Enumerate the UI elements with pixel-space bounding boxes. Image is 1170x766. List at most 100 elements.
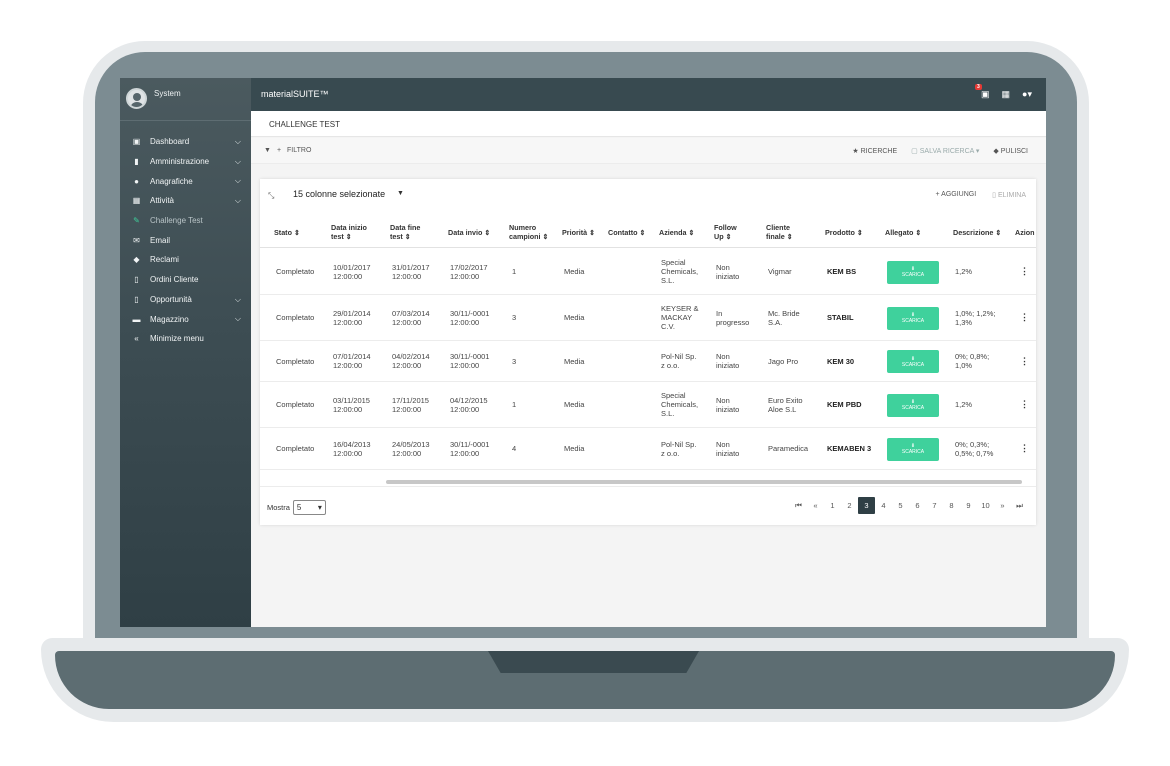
cell-text: 12:00:00 bbox=[392, 271, 422, 281]
cell-text: S.L. bbox=[661, 409, 675, 418]
column-header[interactable]: Data invio ⇕ bbox=[448, 216, 490, 248]
cell-invio: 04/12/2015 12:00:00 bbox=[450, 382, 488, 427]
user-menu-icon[interactable]: ●▾ bbox=[1022, 89, 1032, 100]
cell-text: 0,5%; 0,7% bbox=[955, 448, 994, 458]
page-size-control: Mostra 5 ▾ bbox=[267, 500, 326, 515]
caret-down-icon[interactable]: ▼ bbox=[397, 190, 404, 197]
sidebar-item[interactable]: ▣ Dashboard ⌵ bbox=[120, 132, 251, 152]
sidebar-item[interactable]: ● Anagrafiche ⌵ bbox=[120, 171, 251, 191]
ricerche-button[interactable]: ★ RICERCHE bbox=[852, 147, 897, 155]
sidebar-item-label: Dashboard bbox=[150, 137, 190, 147]
row-actions-icon[interactable]: ⋮ bbox=[1020, 312, 1029, 323]
table-row[interactable]: Completato 03/11/2015 12:00:00 17/11/2015 12… bbox=[260, 382, 1036, 428]
table-footer: Mostra 5 ▾ ⏮ «1 2 3 4 5 6 7 8 9 10» ⏭ bbox=[260, 486, 1036, 525]
cell-text: Media bbox=[564, 313, 585, 322]
page-button[interactable]: 9 bbox=[960, 497, 977, 514]
pagination: ⏮ «1 2 3 4 5 6 7 8 9 10» ⏭ bbox=[790, 497, 1028, 514]
cell-text: iniziato bbox=[716, 271, 740, 281]
salva-ricerca-button[interactable]: ▢ SALVA RICERCA ▾ bbox=[911, 147, 979, 155]
columns-select[interactable]: 15 colonne selezionate bbox=[293, 189, 385, 199]
notifications-icon[interactable]: ▣ 3 bbox=[975, 84, 990, 100]
next-page-icon[interactable]: » bbox=[994, 497, 1011, 514]
cell-text: Non bbox=[716, 352, 730, 361]
chevron-down-icon: ⌵ bbox=[234, 314, 241, 324]
double-chevron-left-icon: « bbox=[134, 334, 139, 344]
cell-prodotto: KEMABEN 3 bbox=[827, 428, 871, 469]
column-header[interactable]: Prodotto ⇕ bbox=[825, 216, 863, 248]
sidebar-item[interactable]: ✎ Challenge Test bbox=[120, 211, 251, 231]
row-actions-icon[interactable]: ⋮ bbox=[1020, 399, 1029, 410]
page-button[interactable]: 1 bbox=[824, 497, 841, 514]
sidebar-item[interactable]: « Minimize menu bbox=[120, 329, 251, 349]
column-header[interactable]: Allegato ⇕ bbox=[885, 216, 921, 248]
add-button[interactable]: + AGGIUNGI bbox=[936, 191, 977, 199]
column-header[interactable]: Numero campioni ⇕ bbox=[509, 216, 549, 248]
delete-button[interactable]: ▯ ELIMINA bbox=[992, 191, 1026, 199]
page-button[interactable]: 6 bbox=[909, 497, 926, 514]
page-button[interactable]: 2 bbox=[841, 497, 858, 514]
row-actions-icon[interactable]: ⋮ bbox=[1020, 443, 1029, 454]
plus-icon: + bbox=[276, 147, 282, 154]
calendar-icon[interactable]: ▦ bbox=[1002, 89, 1011, 100]
page-button[interactable]: 4 bbox=[875, 497, 892, 514]
prev-page-icon[interactable]: « bbox=[807, 497, 824, 514]
row-actions-icon[interactable]: ⋮ bbox=[1020, 356, 1029, 367]
column-header[interactable]: Azienda ⇕ bbox=[659, 216, 695, 248]
page-button[interactable]: 5 bbox=[892, 497, 909, 514]
row-actions-icon[interactable]: ⋮ bbox=[1020, 266, 1029, 277]
column-header[interactable]: Data inizio test ⇕ bbox=[331, 216, 367, 248]
column-header[interactable]: Data fine test ⇕ bbox=[390, 216, 420, 248]
last-page-icon[interactable]: ⏭ bbox=[1011, 497, 1028, 514]
sidebar-item[interactable]: ▯ Opportunità ⌵ bbox=[120, 290, 251, 310]
column-header[interactable]: Follow Up ⇕ bbox=[714, 216, 737, 248]
download-button[interactable]: ⬇ SCARICA bbox=[887, 306, 939, 330]
cell-text: KEYSER & bbox=[661, 304, 699, 313]
horizontal-scrollbar[interactable] bbox=[386, 480, 1022, 484]
first-page-icon[interactable]: ⏮ bbox=[790, 497, 807, 514]
download-button[interactable]: ⬇ SCARICA bbox=[887, 350, 939, 373]
sidebar-item[interactable]: ▦ Attività ⌵ bbox=[120, 191, 251, 211]
column-header[interactable]: Stato ⇕ bbox=[274, 216, 300, 248]
table-row[interactable]: Completato 07/01/2014 12:00:00 04/02/2014 12… bbox=[260, 341, 1036, 382]
sidebar-item[interactable]: ✉ Email bbox=[120, 230, 251, 250]
table-row[interactable]: Completato 29/01/2014 12:00:00 07/03/2014 12… bbox=[260, 295, 1036, 341]
sidebar-item[interactable]: ▮ Amministrazione ⌵ bbox=[120, 152, 251, 172]
page-button[interactable]: 10 bbox=[977, 497, 994, 514]
filter-button[interactable]: ▼ + FILTRO bbox=[264, 147, 311, 154]
cell-text: 1,0%; 1,2%; bbox=[955, 308, 996, 318]
avatar[interactable] bbox=[126, 88, 147, 109]
cell-text: Completato bbox=[276, 356, 315, 366]
column-header[interactable]: Azion bbox=[1015, 216, 1035, 248]
cell-text: 1 bbox=[512, 267, 517, 276]
sidebar-item-label: Minimize menu bbox=[150, 334, 204, 344]
column-header[interactable]: Descrizione ⇕ bbox=[953, 216, 1001, 248]
download-button[interactable]: ⬇ SCARICA bbox=[887, 437, 939, 461]
table-actions: + AGGIUNGI ▯ ELIMINA bbox=[936, 191, 1027, 199]
chevron-down-icon: ⌵ bbox=[234, 137, 241, 146]
sidebar-item[interactable]: ▯ Ordini Cliente bbox=[120, 270, 251, 290]
sidebar-item[interactable]: ▬ Magazzino ⌵ bbox=[120, 309, 251, 329]
column-header[interactable]: Cliente finale ⇕ bbox=[766, 216, 793, 248]
file-icon: ▯ bbox=[134, 294, 139, 304]
table-row[interactable]: Completato 16/04/2013 12:00:00 24/05/2013 12… bbox=[260, 428, 1036, 470]
cell-priorita: Media bbox=[564, 382, 584, 427]
column-header[interactable]: Contatto ⇕ bbox=[608, 216, 646, 248]
cell-text: 24/05/2013 bbox=[392, 439, 430, 449]
cell-descrizione: 1,2% bbox=[955, 382, 972, 427]
page-button[interactable]: 8 bbox=[943, 497, 960, 514]
pulisci-button[interactable]: ◆ PULISCI bbox=[993, 147, 1028, 155]
column-header-text: Data invio ⇕ bbox=[448, 227, 491, 237]
sidebar-item[interactable]: ◆ Reclami bbox=[120, 250, 251, 270]
column-header[interactable]: Priorità ⇕ bbox=[562, 216, 595, 248]
cell-invio: 17/02/2017 12:00:00 bbox=[450, 249, 488, 294]
table-row[interactable]: Completato 10/01/2017 12:00:00 31/01/2017 12… bbox=[260, 249, 1036, 295]
page-size-select[interactable]: 5 ▾ bbox=[292, 500, 326, 515]
column-header-text: Data fine bbox=[390, 223, 421, 232]
caret-down-icon: ▾ bbox=[975, 148, 980, 155]
expand-icon[interactable]: ⤡ bbox=[268, 191, 274, 201]
page-button[interactable]: 7 bbox=[926, 497, 943, 514]
cell-cliente: Mc. Bride S.A. bbox=[768, 295, 800, 340]
page-button[interactable]: 3 bbox=[858, 497, 875, 514]
download-button[interactable]: ⬇ SCARICA bbox=[887, 260, 939, 284]
download-button[interactable]: ⬇ SCARICA bbox=[887, 393, 939, 417]
